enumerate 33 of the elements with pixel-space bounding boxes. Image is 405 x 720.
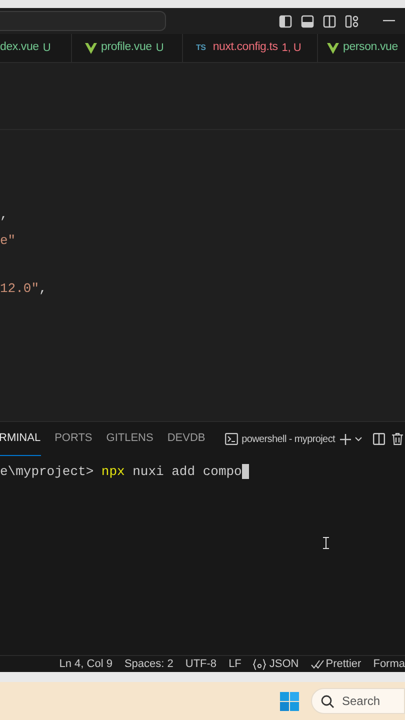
status-item[interactable]: JSON bbox=[253, 656, 299, 672]
tab-status: U bbox=[156, 40, 164, 56]
editor-tab[interactable]: person.vue bbox=[318, 34, 405, 62]
status-item[interactable]: Spaces: 2 bbox=[124, 656, 174, 672]
terminal-text: e\myproject> bbox=[0, 463, 95, 481]
tab-label: profile.vue bbox=[101, 40, 152, 56]
terminal-text: npx bbox=[101, 463, 125, 481]
code-text: 12.0" bbox=[0, 280, 40, 298]
panel-tab[interactable]: GITLENS bbox=[106, 422, 154, 456]
ts-file-icon: TS bbox=[196, 42, 206, 54]
tab-status: U bbox=[42, 40, 51, 56]
tab-label: person.vue bbox=[343, 40, 398, 56]
panel-tab[interactable]: DEVDB bbox=[167, 422, 206, 456]
panel-tab[interactable]: RMINAL bbox=[0, 422, 41, 456]
code-text: , bbox=[39, 280, 47, 298]
taskbar-search[interactable]: Search bbox=[311, 688, 405, 714]
code-text: e" bbox=[0, 232, 16, 250]
tab-label: dex.vue bbox=[0, 40, 39, 56]
code-text: , bbox=[0, 206, 8, 224]
tab-status: 1, U bbox=[282, 40, 302, 56]
search-placeholder: Search bbox=[342, 693, 380, 710]
editor-tab[interactable]: TS nuxt.config.ts 1, U bbox=[183, 34, 318, 62]
terminal-name[interactable]: powershell - myproject bbox=[242, 432, 335, 446]
status-item[interactable]: Forma bbox=[373, 656, 405, 672]
tab-label: nuxt.config.ts bbox=[212, 40, 278, 56]
editor-tab[interactable]: dex.vue U bbox=[0, 34, 72, 62]
status-item[interactable]: LF bbox=[228, 656, 242, 672]
panel-tab[interactable]: PORTS bbox=[54, 422, 92, 456]
status-item[interactable]: Prettier bbox=[310, 656, 362, 672]
editor-tab[interactable]: profile.vue U bbox=[72, 34, 183, 62]
status-item[interactable]: Ln 4, Col 9 bbox=[59, 656, 112, 672]
status-item[interactable]: UTF-8 bbox=[185, 656, 217, 672]
terminal-text: nuxi add compo bbox=[132, 463, 242, 481]
